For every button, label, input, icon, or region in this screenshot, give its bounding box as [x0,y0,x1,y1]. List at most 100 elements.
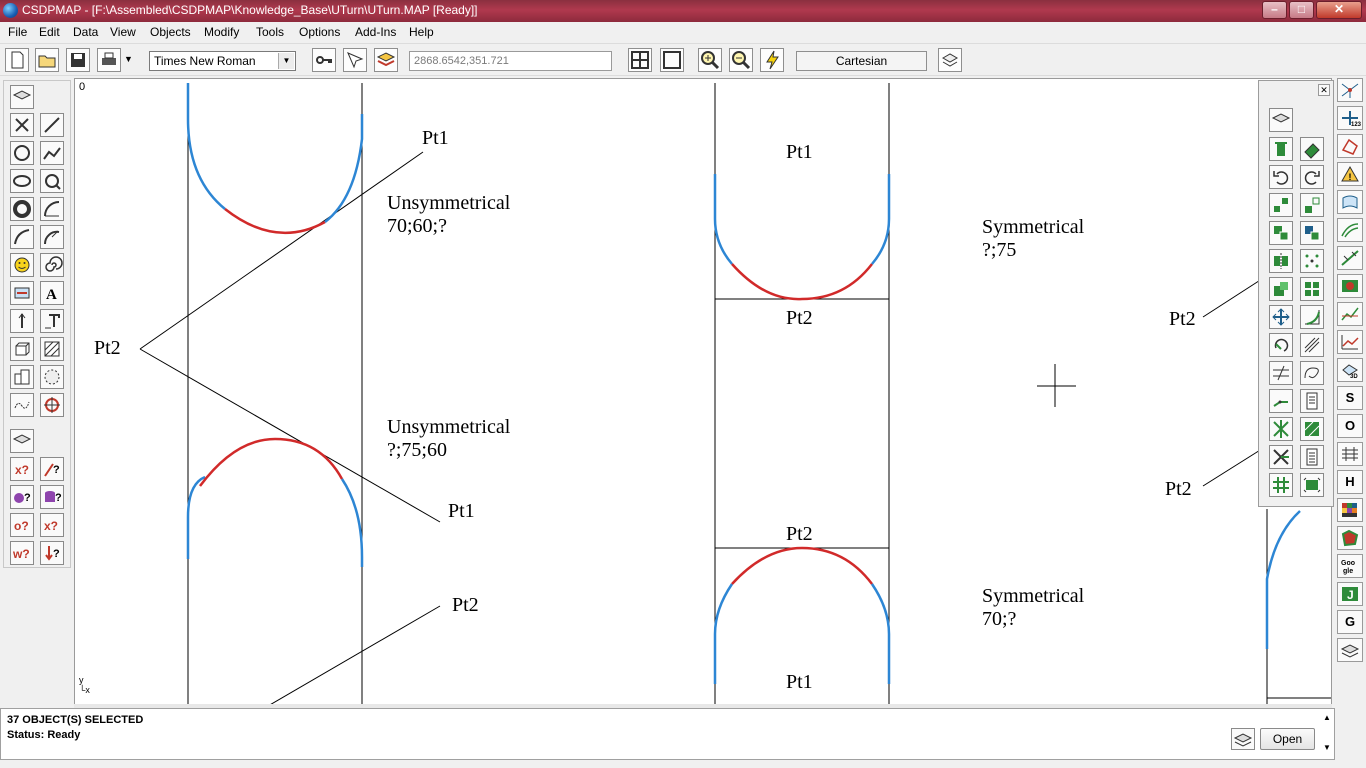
maximize-button[interactable]: □ [1289,1,1314,19]
spiral-arc-tool-icon[interactable] [40,225,64,249]
array-icon[interactable] [1300,277,1324,301]
parallel-icon[interactable] [1269,361,1293,385]
building-tool-icon[interactable] [10,365,34,389]
ring-tool-icon[interactable] [10,197,34,221]
new-icon[interactable] [5,48,29,72]
circle-center-tool-icon[interactable] [40,169,64,193]
ellipse-tool-icon[interactable] [10,169,34,193]
freehand-tool-icon[interactable] [10,393,34,417]
coordinate-grid-icon[interactable]: 123 [1337,106,1363,130]
query-line-icon[interactable]: ? [40,457,64,481]
menu-view[interactable]: View [110,25,136,39]
polygon-icon[interactable] [1337,134,1363,158]
lightning-icon[interactable] [760,48,784,72]
key-icon[interactable] [312,48,336,72]
map-layer-icon[interactable] [1231,728,1255,750]
stretch-icon[interactable] [1300,333,1324,357]
target-tool-icon[interactable] [40,393,64,417]
menu-objects[interactable]: Objects [150,25,191,39]
copy-icon[interactable] [1269,193,1293,217]
eraser-icon[interactable] [1300,137,1324,161]
query-point-icon[interactable]: x? [10,457,34,481]
mirror-icon[interactable] [1269,249,1293,273]
menu-file[interactable]: File [8,25,27,39]
circle-tool-icon[interactable] [10,141,34,165]
chart-line-icon[interactable] [1337,330,1363,354]
scale-icon[interactable] [1269,277,1293,301]
explode-icon[interactable] [1269,417,1293,441]
map-color-icon[interactable] [1337,526,1363,550]
query-circle-icon[interactable]: o? [10,513,34,537]
query-database-icon[interactable]: ? [40,485,64,509]
contour-icon[interactable] [1337,218,1363,242]
font-selector[interactable]: Times New Roman ▼ [149,51,296,71]
menu-tools[interactable]: Tools [256,25,284,39]
region-tool-icon[interactable] [40,365,64,389]
close-button[interactable]: ✕ [1316,1,1362,19]
north-arrow-tool-icon[interactable] [10,309,34,333]
layer-icon[interactable] [1269,108,1293,132]
offset-icon[interactable] [1269,221,1293,245]
move-copy-icon[interactable] [1300,193,1324,217]
query-direction-icon[interactable]: ? [40,541,64,565]
redo-icon[interactable] [1300,165,1324,189]
label-tool-icon[interactable] [40,309,64,333]
chevron-down-icon[interactable]: ▼ [278,53,294,69]
loop-icon[interactable] [1300,361,1324,385]
layers-color-icon[interactable] [1337,274,1363,298]
move-icon[interactable] [1269,305,1293,329]
panel-close-button[interactable]: ✕ [1318,84,1330,96]
text-tool-icon[interactable]: A [40,281,64,305]
break-icon[interactable] [1269,473,1293,497]
dropdown-icon[interactable]: ▼ [124,54,136,66]
symbol-tool-icon[interactable] [10,281,34,305]
menu-data[interactable]: Data [73,25,98,39]
rotate-icon[interactable] [1269,333,1293,357]
s-button[interactable]: S [1337,386,1363,410]
query-area-icon[interactable]: ? [10,485,34,509]
zoom-in-icon[interactable] [698,48,722,72]
layers-icon[interactable] [374,48,398,72]
trim-icon[interactable] [1269,445,1293,469]
arc-tool-icon[interactable] [40,197,64,221]
scroll-down-icon[interactable]: ▼ [1320,743,1334,752]
projection-display[interactable]: Cartesian [796,51,927,71]
query-cross-icon[interactable]: x? [40,513,64,537]
query-layer-icon[interactable] [10,429,34,453]
print-icon[interactable] [97,48,121,72]
scroll-up-icon[interactable]: ▲ [1320,713,1334,722]
open-icon[interactable] [35,48,59,72]
menu-modify[interactable]: Modify [204,25,239,39]
spiral-tool-icon[interactable] [40,253,64,277]
grid-lines-icon[interactable] [1337,442,1363,466]
hatch-tool-icon[interactable] [40,337,64,361]
join-icon[interactable] [1300,473,1324,497]
query-width-icon[interactable]: w? [10,541,34,565]
polyline-tool-icon[interactable] [40,141,64,165]
zoom-out-icon[interactable] [729,48,753,72]
fillet-icon[interactable] [1300,305,1324,329]
survey-icon[interactable] [1337,246,1363,270]
map-canvas[interactable]: 0 y └x Pt1 Unsymmetrical 70;60;? Pt2 Unsy… [74,78,1332,706]
duplicate-icon[interactable] [1300,221,1324,245]
o-button[interactable]: O [1337,414,1363,438]
menu-options[interactable]: Options [299,25,340,39]
minimize-button[interactable]: – [1262,1,1287,19]
delete-icon[interactable] [1269,137,1293,161]
terrain-icon[interactable] [1337,190,1363,214]
view-3d-icon[interactable]: 3D [1337,358,1363,382]
color-grid-icon[interactable] [1337,498,1363,522]
curve-tool-icon[interactable] [10,225,34,249]
warning-icon[interactable]: ! [1337,162,1363,186]
save-icon[interactable] [66,48,90,72]
layer-tool-icon[interactable] [10,85,34,109]
line-tool-icon[interactable] [40,113,64,137]
open-button[interactable]: Open [1260,728,1315,750]
profile-icon[interactable] [1337,302,1363,326]
grid-icon[interactable] [628,48,652,72]
map-icon[interactable] [938,48,962,72]
menu-edit[interactable]: Edit [39,25,60,39]
properties-icon[interactable] [1300,389,1324,413]
menu-help[interactable]: Help [409,25,434,39]
frame-icon[interactable] [660,48,684,72]
